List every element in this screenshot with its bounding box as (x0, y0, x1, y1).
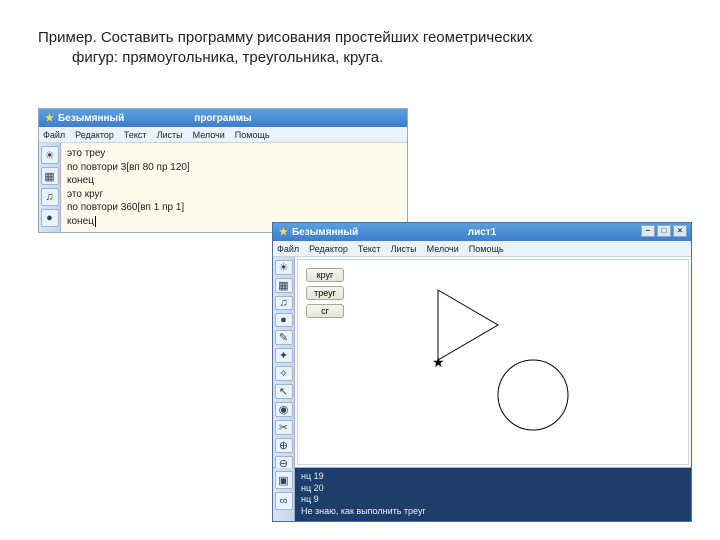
menu-misc[interactable]: Мелочи (427, 244, 459, 254)
window-title: Безымянный (58, 113, 124, 124)
console-output: нц 19 нц 20 нц 9 Не знаю, как выполнить … (295, 468, 691, 521)
maximize-button[interactable]: □ (657, 225, 671, 237)
menu-misc[interactable]: Мелочи (193, 130, 225, 140)
window-subtitle: программы (194, 113, 251, 124)
eye-icon[interactable]: ◉ (275, 402, 293, 417)
window-subtitle: лист1 (468, 227, 497, 238)
task-text: Пример. Составить программу рисования пр… (38, 28, 598, 69)
toolbar: ☀ ▦ ♫ ● (39, 143, 61, 232)
minimize-button[interactable]: – (641, 225, 655, 237)
menu-editor[interactable]: Редактор (75, 130, 114, 140)
blocks-icon[interactable]: ▦ (275, 278, 293, 293)
link-icon[interactable]: ∞ (275, 492, 293, 510)
menu-help[interactable]: Помощь (235, 130, 270, 140)
run-icon[interactable]: ▣ (275, 471, 293, 489)
close-button[interactable]: × (673, 225, 687, 237)
canvas-shapes (298, 260, 694, 466)
zoom-in-icon[interactable]: ⊕ (275, 438, 293, 453)
menu-file[interactable]: Файл (277, 244, 299, 254)
bottom-tools: ▣∞ (273, 468, 295, 521)
menu-editor[interactable]: Редактор (309, 244, 348, 254)
menubar: Файл Редактор Текст Листы Мелочи Помощь (273, 241, 691, 257)
scissors-icon[interactable]: ✂ (275, 420, 293, 435)
task-line2: фигур: прямоугольника, треугольника, кру… (72, 48, 598, 68)
titlebar[interactable]: ★ Безымянный лист1 – □ × (273, 223, 691, 241)
menu-sheets[interactable]: Листы (391, 244, 417, 254)
camera-icon[interactable]: ✦ (275, 348, 293, 363)
menu-sheets[interactable]: Листы (157, 130, 183, 140)
music-icon[interactable]: ♫ (275, 296, 293, 310)
toolbar: ☀▦♫●✎✦✧↖◉✂⊕⊖ (273, 257, 295, 467)
star-icon: ★ (279, 227, 288, 238)
star-icon: ★ (45, 113, 54, 124)
menu-text[interactable]: Текст (124, 130, 147, 140)
wand-icon[interactable]: ✧ (275, 366, 293, 381)
music-icon[interactable]: ♫ (41, 188, 59, 206)
drawing-canvas[interactable]: круг треуг сг ★ (297, 259, 689, 465)
mic-icon[interactable]: ● (275, 313, 293, 327)
titlebar[interactable]: ★ Безымянный программы (39, 109, 407, 127)
turtle-icon[interactable]: ★ (432, 354, 445, 371)
arrow-icon[interactable]: ↖ (275, 384, 293, 399)
menu-file[interactable]: Файл (43, 130, 65, 140)
turtle-icon[interactable]: ☀ (275, 260, 293, 275)
menubar: Файл Редактор Текст Листы Мелочи Помощь (39, 127, 407, 143)
menu-help[interactable]: Помощь (469, 244, 504, 254)
window-title: Безымянный (292, 227, 358, 238)
mic-icon[interactable]: ● (41, 209, 59, 227)
paint-icon[interactable]: ✎ (275, 330, 293, 345)
menu-text[interactable]: Текст (358, 244, 381, 254)
code-editor[interactable]: это треу по повтори 3[вп 80 пр 120] коне… (61, 143, 407, 232)
code-window: ★ Безымянный программы Файл Редактор Тек… (38, 108, 408, 233)
turtle-icon[interactable]: ☀ (41, 146, 59, 164)
task-line1: Пример. Составить программу рисования пр… (38, 28, 598, 48)
blocks-icon[interactable]: ▦ (41, 167, 59, 185)
canvas-window: ★ Безымянный лист1 – □ × Файл Редактор Т… (272, 222, 692, 522)
